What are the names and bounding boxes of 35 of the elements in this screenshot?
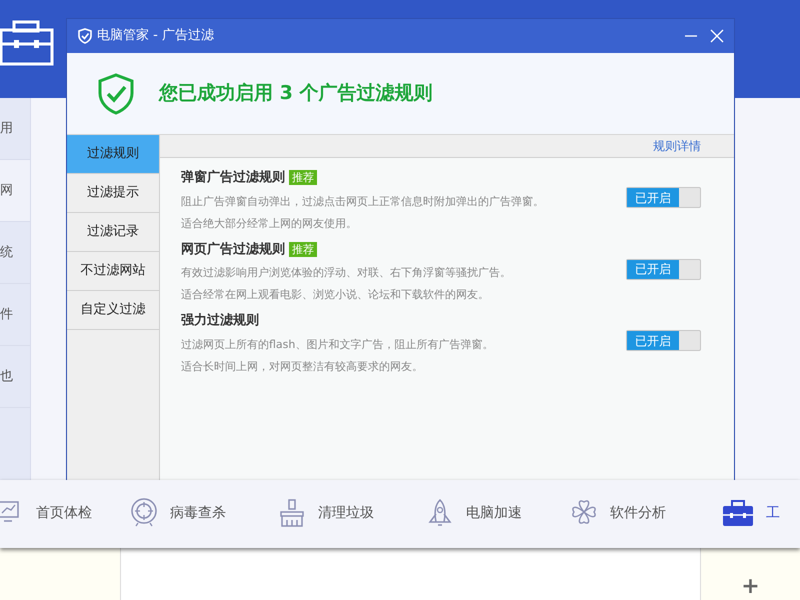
status-heading: 您已成功启用 3 个广告过滤规则 [159, 81, 432, 106]
sidebar-tab[interactable]: 过滤规则 [67, 135, 159, 174]
rule-title: 弹窗广告过滤规则 [181, 168, 285, 187]
rule-title: 网页广告过滤规则 [181, 240, 285, 258]
rule-title: 强力过滤规则 [181, 312, 259, 330]
sidebar-item[interactable]: 件 [0, 304, 13, 324]
nav-item[interactable]: 首页体检 [36, 502, 92, 524]
sidebar-item[interactable]: 网 [0, 180, 13, 200]
sidebar-item[interactable]: 也 [0, 366, 13, 386]
nav-item[interactable]: 病毒查杀 [170, 502, 226, 524]
close-icon[interactable] [710, 29, 724, 43]
window-title: 电脑管家 - 广告过滤 [97, 27, 214, 46]
rule-description: 过滤网页上所有的flash、图片和文字广告，阻止所有广告弹窗。 [181, 336, 494, 352]
nav-item[interactable]: 电脑加速 [466, 502, 522, 524]
nav-item[interactable]: 清理垃圾 [318, 502, 374, 524]
rule-note: 适合绝大部分经常上网的网友使用。 [181, 216, 358, 232]
sidebar-item[interactable]: 用 [0, 118, 13, 138]
nav-item[interactable]: 工 [766, 502, 780, 524]
rule-note: 适合长时间上网，对网页整洁有较高要求的网友。 [181, 358, 424, 374]
nav-item[interactable]: 软件分析 [610, 502, 666, 524]
target-icon [130, 498, 158, 528]
toolbox-icon [722, 498, 754, 528]
sidebar-item[interactable]: 统 [0, 242, 13, 262]
recommended-badge: 推荐 [289, 170, 317, 186]
toolbox-icon [0, 20, 54, 66]
brush-icon [278, 498, 306, 528]
rule-description: 有效过滤影响用户浏览体验的浮动、对联、右下角浮窗等骚扰广告。 [181, 265, 512, 281]
rule-description: 阻止广告弹窗自动弹出，过滤点击网页上正常信息时附加弹出的广告弹窗。 [181, 194, 545, 210]
rule-note: 适合经常在网上观看电影、浏览小说、论坛和下载软件的网友。 [181, 287, 490, 303]
rocket-icon [426, 498, 454, 528]
recommended-badge: 推荐 [289, 242, 317, 257]
rule-details-link[interactable]: 规则详情 [653, 137, 701, 155]
shield-check-icon [98, 72, 134, 114]
shield-icon [77, 28, 93, 44]
add-button[interactable]: + [741, 576, 760, 598]
